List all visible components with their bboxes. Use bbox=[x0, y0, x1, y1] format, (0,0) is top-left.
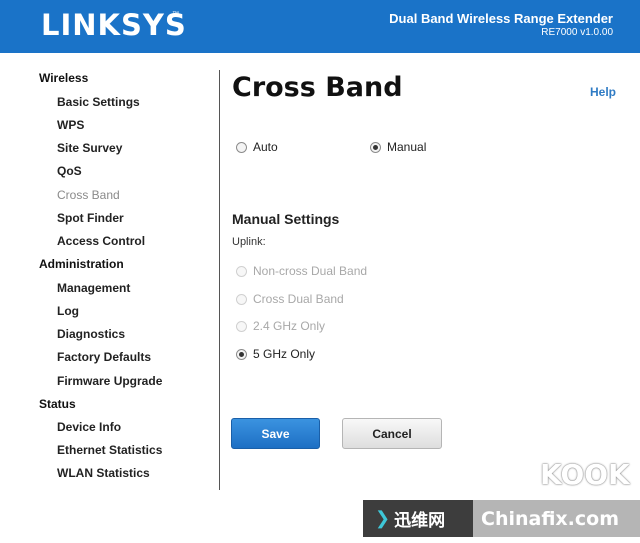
product-name: Dual Band Wireless Range Extender bbox=[389, 11, 613, 26]
mode-manual-radio[interactable] bbox=[370, 141, 381, 153]
mode-auto-label: Auto bbox=[253, 140, 278, 154]
uplink-cross-radio[interactable] bbox=[236, 293, 247, 305]
sidebar-item-factory-defaults[interactable]: Factory Defaults bbox=[57, 350, 151, 364]
chevron-right-icon: ❯ bbox=[375, 508, 391, 528]
mode-auto-radio[interactable] bbox=[236, 141, 247, 153]
chinafix-watermark-badge: ❯ 迅维网 bbox=[363, 500, 473, 537]
uplink-non-cross-label: Non-cross Dual Band bbox=[253, 264, 368, 278]
sidebar-item-firmware-upgrade[interactable]: Firmware Upgrade bbox=[57, 374, 162, 388]
sidebar-divider bbox=[219, 70, 220, 490]
sidebar-item-diagnostics[interactable]: Diagnostics bbox=[57, 327, 125, 341]
help-link[interactable]: Help bbox=[590, 85, 616, 99]
sidebar-item-ethernet-statistics[interactable]: Ethernet Statistics bbox=[57, 443, 162, 457]
product-model: RE7000 v1.0.00 bbox=[541, 27, 613, 38]
sidebar-item-device-info[interactable]: Device Info bbox=[57, 420, 121, 434]
uplink-label: Uplink: bbox=[232, 236, 266, 248]
sidebar-section-administration[interactable]: Administration bbox=[39, 257, 124, 271]
trademark-symbol: ™ bbox=[172, 11, 179, 18]
uplink-option-2-4ghz[interactable]: 2.4 GHz Only bbox=[236, 319, 325, 333]
uplink-5ghz-label: 5 GHz Only bbox=[253, 347, 316, 361]
sidebar-item-management[interactable]: Management bbox=[57, 281, 130, 295]
sidebar-item-spot-finder[interactable]: Spot Finder bbox=[57, 211, 124, 225]
sidebar-item-cross-band[interactable]: Cross Band bbox=[57, 188, 120, 202]
watermark-cn-text: 迅维网 bbox=[394, 511, 446, 531]
mode-auto-option[interactable]: Auto bbox=[236, 140, 278, 154]
sidebar-item-qos[interactable]: QoS bbox=[57, 164, 82, 178]
uplink-2-4ghz-radio[interactable] bbox=[236, 320, 247, 332]
sidebar-section-wireless[interactable]: Wireless bbox=[39, 71, 88, 85]
watermark-site-text: Chinafix.com bbox=[473, 500, 640, 537]
uplink-option-non-cross[interactable]: Non-cross Dual Band bbox=[236, 264, 367, 278]
kook-watermark: KOOK bbox=[540, 458, 630, 491]
save-button[interactable]: Save bbox=[231, 418, 320, 449]
sidebar-item-site-survey[interactable]: Site Survey bbox=[57, 141, 122, 155]
linksys-logo[interactable]: LINKSYS bbox=[41, 8, 187, 42]
mode-manual-label: Manual bbox=[387, 140, 427, 154]
sidebar-item-wps[interactable]: WPS bbox=[57, 118, 84, 132]
mode-manual-option[interactable]: Manual bbox=[370, 140, 426, 154]
uplink-non-cross-radio[interactable] bbox=[236, 265, 247, 277]
uplink-cross-label: Cross Dual Band bbox=[253, 292, 344, 306]
sidebar-section-status[interactable]: Status bbox=[39, 397, 76, 411]
page-title: Cross Band bbox=[232, 72, 403, 103]
sidebar-item-access-control[interactable]: Access Control bbox=[57, 234, 145, 248]
uplink-option-5ghz[interactable]: 5 GHz Only bbox=[236, 347, 315, 361]
sidebar-item-basic-settings[interactable]: Basic Settings bbox=[57, 95, 140, 109]
manual-settings-heading: Manual Settings bbox=[232, 211, 340, 227]
header-bar: LINKSYS ™ Dual Band Wireless Range Exten… bbox=[0, 0, 640, 53]
uplink-option-cross[interactable]: Cross Dual Band bbox=[236, 292, 344, 306]
uplink-5ghz-radio[interactable] bbox=[236, 348, 247, 360]
sidebar-nav: Wireless Basic Settings WPS Site Survey … bbox=[0, 53, 220, 543]
sidebar-item-wlan-statistics[interactable]: WLAN Statistics bbox=[57, 466, 150, 480]
sidebar-item-log[interactable]: Log bbox=[57, 304, 79, 318]
cancel-button[interactable]: Cancel bbox=[342, 418, 442, 449]
uplink-2-4ghz-label: 2.4 GHz Only bbox=[253, 319, 326, 333]
